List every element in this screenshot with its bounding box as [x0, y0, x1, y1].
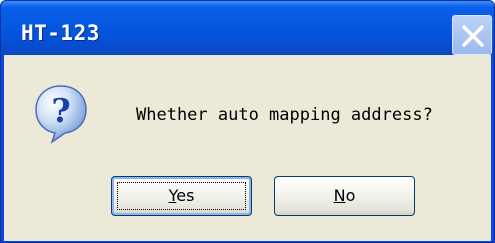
title-bar[interactable]: HT-123	[1, 1, 494, 55]
window-title: HT-123	[21, 21, 100, 45]
svg-text:?: ?	[51, 91, 70, 130]
no-label: o	[345, 186, 356, 205]
question-icon: ?	[35, 85, 87, 144]
close-icon	[462, 25, 484, 47]
no-mnemonic: N	[333, 186, 346, 205]
close-button[interactable]	[452, 15, 492, 55]
message-dialog: HT-123 ? Whether auto mapping address? Y…	[0, 0, 495, 243]
dialog-body: ? Whether auto mapping address? Yes No	[4, 55, 491, 241]
yes-button[interactable]: Yes	[111, 176, 252, 216]
dialog-message: Whether auto mapping address?	[136, 105, 433, 125]
yes-label: es	[176, 186, 195, 205]
no-button[interactable]: No	[274, 176, 415, 216]
